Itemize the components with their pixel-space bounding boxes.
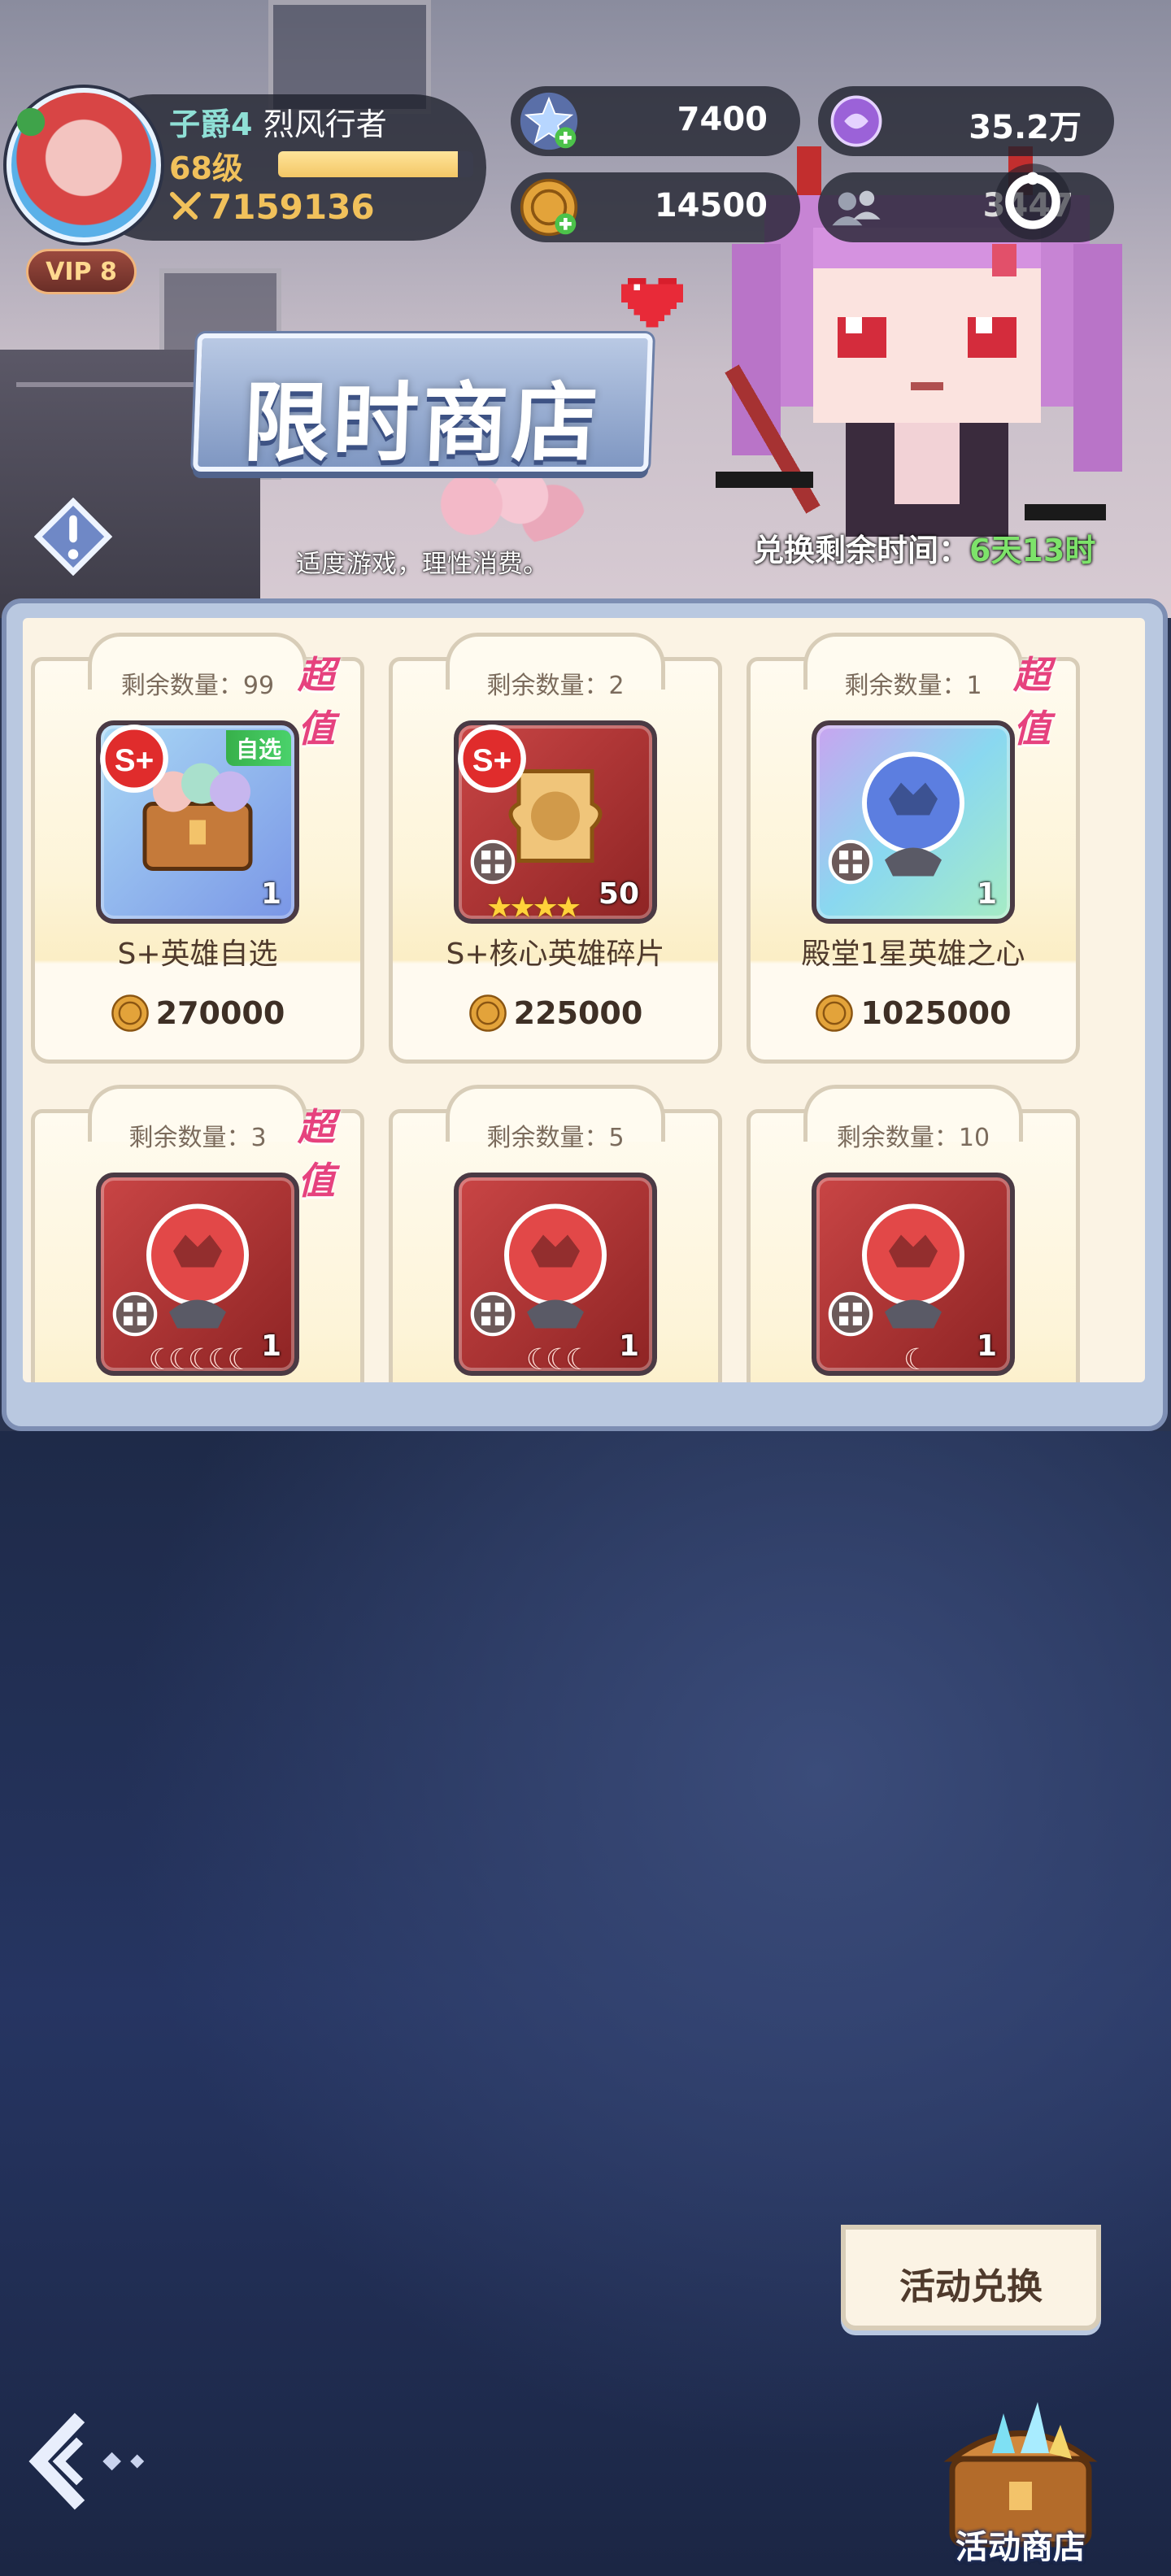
moon-rank: ☾☾☾ — [525, 1343, 592, 1377]
palm-decoration-icon — [7, 98, 55, 146]
crossed-swords-icon — [170, 191, 201, 220]
purple-orb-icon — [830, 95, 882, 147]
timer-value: 6天13时 — [969, 533, 1096, 568]
shop-item-card[interactable]: 剩余数量：99 超值 1 S+ 自选 S+英雄自选 270000 — [31, 633, 364, 1064]
gold-coin-plus-icon — [520, 178, 578, 237]
exp-bar-fill — [278, 151, 458, 177]
item-price[interactable]: 225000 — [389, 994, 722, 1033]
star-rating: ★★★★ — [486, 891, 581, 925]
item-price[interactable]: 270000 — [31, 994, 364, 1033]
player-profile[interactable]: 子爵4 烈风行者 68级 7159136 — [7, 88, 486, 242]
player-rank: 子爵4 — [169, 107, 253, 142]
item-type-badge-icon — [470, 839, 516, 885]
remaining-stock: 剩余数量：2 — [486, 672, 625, 700]
item-type-badge-icon — [828, 1291, 873, 1337]
shop-item-card[interactable]: 剩余数量：51☾☾☾8星英雄之心200000 — [389, 1085, 722, 1382]
coins-value: 14500 — [654, 187, 768, 224]
activity-exchange-tab[interactable]: 活动兑换 — [841, 2225, 1101, 2330]
shop-item-card[interactable]: 剩余数量：101☾6星英雄之心75000 — [747, 1085, 1080, 1382]
moon-rank: ☾☾☾☾☾ — [148, 1343, 253, 1377]
timer-label: 兑换剩余时间： — [753, 533, 970, 568]
vip-badge[interactable]: VIP 8 — [26, 249, 137, 294]
gold-coin-icon — [111, 994, 149, 1032]
friends-icon — [832, 190, 881, 226]
deal-tag: 超值 — [1013, 653, 1051, 751]
remaining-stock: 剩余数量：10 — [836, 1124, 990, 1152]
back-arrow-icon[interactable] — [24, 2408, 163, 2514]
coins-resource[interactable]: 14500 — [511, 172, 800, 242]
item-quantity: 1 — [260, 877, 281, 911]
item-tag: 自选 — [226, 730, 292, 766]
svg-text:S+: S+ — [472, 743, 511, 778]
heart-icon — [621, 278, 683, 328]
shop-item-card[interactable]: 剩余数量：2 50 S+ ★★★★ S+核心英雄碎片 225000 — [389, 633, 722, 1064]
player-title: 子爵4 烈风行者 — [169, 99, 387, 144]
healthy-gaming-notice: 适度游戏，理性消费。 — [296, 550, 548, 579]
player-level: 68级 — [169, 150, 243, 186]
shop-title: 限时商店 — [241, 373, 603, 473]
item-quantity: 1 — [976, 877, 997, 911]
gold-coin-icon — [468, 994, 507, 1032]
gems-value: 7400 — [677, 101, 768, 138]
item-type-badge-icon — [828, 839, 873, 885]
shop-item-list[interactable]: 剩余数量：99 超值 1 S+ 自选 S+英雄自选 270000 剩余数量：2 50 S+ ★★★★… — [23, 618, 1145, 1382]
item-name: S+英雄自选 — [117, 938, 278, 971]
moon-rank: ☾ — [903, 1343, 929, 1377]
svg-text:S+: S+ — [115, 743, 154, 778]
gems-resource[interactable]: 7400 — [511, 86, 800, 156]
player-name: 烈风行者 — [263, 107, 387, 142]
price-value: 225000 — [513, 995, 643, 1031]
gold-coin-icon — [816, 994, 854, 1032]
s-plus-grade-icon: S+ — [100, 724, 168, 793]
shop-title-banner: 限时商店 — [193, 333, 653, 473]
item-price[interactable]: 1025000 — [747, 994, 1080, 1033]
exp-bar — [278, 151, 473, 177]
souls-resource[interactable]: 35.2万 — [818, 86, 1114, 156]
price-value: 270000 — [155, 995, 285, 1031]
activity-exchange-label: 活动兑换 — [899, 2266, 1043, 2308]
remaining-stock: 剩余数量：5 — [486, 1124, 625, 1152]
player-avatar[interactable] — [7, 88, 161, 242]
souls-value: 35.2万 — [969, 109, 1082, 146]
item-name: 殿堂1星英雄之心 — [801, 938, 1025, 971]
item-type-badge-icon — [112, 1291, 158, 1337]
deal-tag: 超值 — [298, 1105, 335, 1203]
combat-power: 7159136 — [169, 187, 375, 227]
s-plus-grade-icon: S+ — [458, 724, 526, 793]
combat-power-value: 7159136 — [208, 187, 375, 227]
shop-item-card[interactable]: 剩余数量：3超值1☾☾☾☾☾10星英雄之心500000 — [31, 1085, 364, 1382]
star-gem-plus-icon — [520, 92, 578, 150]
info-icon[interactable] — [34, 498, 112, 576]
shop-panel: 剩余数量：99 超值 1 S+ 自选 S+英雄自选 270000 剩余数量：2 50 S+ ★★★★… — [2, 598, 1168, 1431]
activity-shop-label[interactable]: 活动商店 — [935, 2521, 1106, 2568]
item-type-badge-icon — [470, 1291, 516, 1337]
shop-item-card[interactable]: 剩余数量：1 超值 1 殿堂1星英雄之心 1025000 — [747, 633, 1080, 1064]
item-name: S+核心英雄碎片 — [446, 938, 665, 971]
price-value: 1025000 — [860, 995, 1012, 1031]
item-thumbnail[interactable]: 1 — [812, 720, 1015, 924]
deal-tag: 超值 — [298, 653, 335, 751]
exchange-timer: 兑换剩余时间：6天13时 — [753, 525, 1095, 570]
item-quantity: 50 — [598, 877, 639, 911]
sync-loading-icon[interactable] — [990, 159, 1075, 244]
